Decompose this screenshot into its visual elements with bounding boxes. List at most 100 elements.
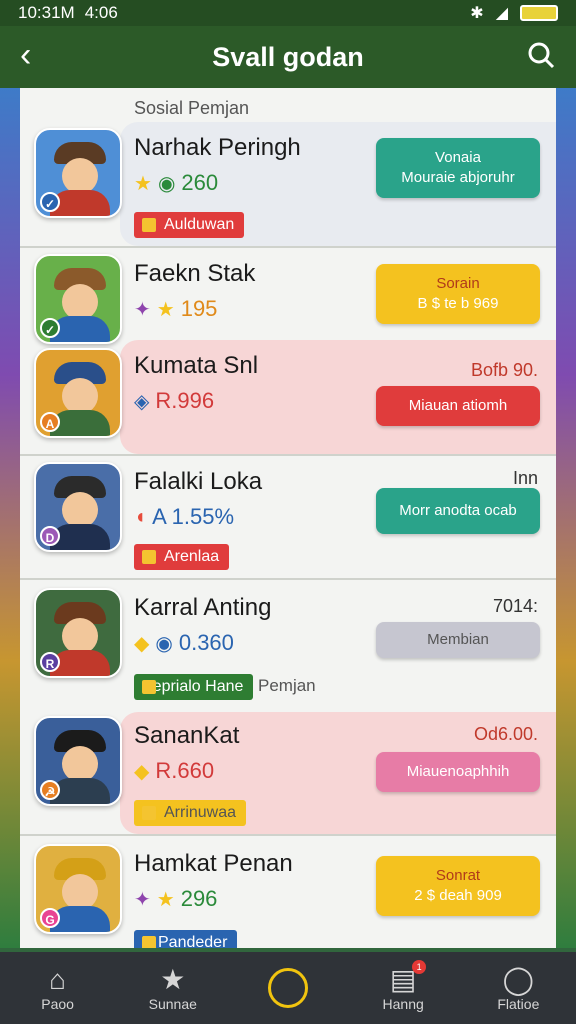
row-corner-value: Bofb 90. <box>470 360 538 380</box>
button-line-2: Mouraie abjoruhr <box>401 169 515 186</box>
avatar: ✓ <box>34 128 122 218</box>
app-bar: ‹ Svall godan <box>0 26 576 88</box>
bottom-nav: ⌂ Paoo ★ Sunnae ▤ 1 Hanng ◯ Flatioe <box>0 952 576 1024</box>
button-line-1: Vonaia <box>435 149 481 166</box>
button-line-1: Morr anodta ocab <box>399 502 517 519</box>
level-badge-icon: ☭ <box>40 780 60 800</box>
chevron-left-icon[interactable]: ‹ <box>20 38 31 72</box>
status-left: 10:31M 4:06 <box>18 3 118 23</box>
tag-label: Seprialo Hane <box>142 678 244 695</box>
player-name: Faekn Stak <box>134 260 256 287</box>
section-label: Sosial Pemjan <box>134 98 250 118</box>
face-shape <box>62 618 98 654</box>
battery-icon <box>520 5 558 21</box>
button-line-1: Sorain <box>436 275 480 292</box>
player-tag: Aulduwan <box>134 212 245 238</box>
gem-icon: ◆ <box>134 632 150 655</box>
stat-value: A 1.55% <box>152 504 235 529</box>
nav-profile[interactable]: ◯ Flatioe <box>473 964 563 1012</box>
button-line-1: Sonrat <box>435 867 481 884</box>
list-item[interactable]: ☭ SananKat ◆ R.660 Arrinuwaa Od6.00. Mia… <box>20 708 556 836</box>
list-item[interactable]: A Kumata Snl ◈ R.996 Bofb 90. Miauan ati… <box>20 340 556 456</box>
player-tag: Arenlaa <box>134 544 230 570</box>
action-button[interactable]: Miauenoaphhih <box>376 752 540 792</box>
player-stat: ◆ ◉ 0.360 <box>134 630 234 656</box>
stat-value: 260 <box>181 170 219 195</box>
action-button[interactable]: Vonaia Mouraie abjoruhr <box>376 138 540 198</box>
button-line-2: 2 $ deah 909 <box>414 887 502 904</box>
face-shape <box>62 746 98 782</box>
face-shape <box>62 492 98 528</box>
list-item[interactable]: ✓ Narhak Peringh ★ ◉ 260 Aulduwan Vonaia… <box>20 122 556 248</box>
rainbow-icon: ◖ <box>134 505 147 528</box>
nav-favorites[interactable]: ★ Sunnae <box>128 964 218 1012</box>
tag-suffix: Pemjan <box>258 676 316 695</box>
shuffle-icon: ✦ <box>134 298 151 321</box>
home-icon: ⌂ <box>49 964 67 995</box>
nav-label: Paoo <box>41 996 74 1012</box>
player-stat: ★ ◉ 260 <box>134 170 218 196</box>
player-name: Hamkat Penan <box>134 850 293 877</box>
background-decoration-left <box>0 88 22 948</box>
profile-icon: ◯ <box>502 964 535 995</box>
button-line-1: Miauenoaphhih <box>406 763 510 780</box>
avatar: ✓ <box>34 254 122 344</box>
stat-value: R.996 <box>155 388 215 413</box>
list-item[interactable]: R Karral Anting ◆ ◉ 0.360 Seprialo Hane … <box>20 580 556 708</box>
gem-icon: ◈ <box>134 390 150 413</box>
player-name: Narhak Peringh <box>134 134 301 161</box>
star-icon: ★ <box>160 964 186 995</box>
chat-bubble-icon <box>267 968 308 1008</box>
list-item[interactable]: D Falalki Loka ◖ A 1.55% Arenlaa Inn Mor… <box>20 456 556 580</box>
background-decoration-right <box>554 88 576 948</box>
face-shape <box>62 158 98 194</box>
gem-icon: ◆ <box>134 760 150 783</box>
list-panel: Sosial Pemjan ✓ Narhak Peringh ★ ◉ 260 A… <box>20 88 556 948</box>
signal-icon: ◢ <box>495 5 508 22</box>
player-tag: Arrinuwaa <box>134 800 247 826</box>
shuffle-icon: ✦ <box>134 888 151 911</box>
nav-label: Hanng <box>382 996 424 1012</box>
face-shape <box>62 874 98 910</box>
action-button[interactable]: Miauan atiomh <box>376 386 540 426</box>
row-corner-value: Inn <box>512 468 538 488</box>
nav-news[interactable]: ▤ 1 Hanng <box>358 960 448 1012</box>
player-stat: ◖ A 1.55% <box>134 504 234 530</box>
action-button[interactable]: Membian <box>376 622 540 658</box>
action-button[interactable]: Sorain B $ te b 969 <box>376 264 540 324</box>
star-icon: ★ <box>134 172 152 195</box>
nav-chat[interactable] <box>243 968 333 1008</box>
list-item[interactable]: ✓ Faekn Stak ✦ ★ 195 Sorain B $ te b 969 <box>20 248 556 344</box>
status-right: ✱ ◢ <box>470 3 558 23</box>
action-button[interactable]: Sonrat 2 $ deah 909 <box>376 856 540 916</box>
player-name: Karral Anting <box>134 594 272 621</box>
avatar: A <box>34 348 122 438</box>
player-name: Falalki Loka <box>134 468 263 495</box>
action-button[interactable]: Morr anodta ocab <box>376 488 540 534</box>
button-line-2: B $ te b 969 <box>417 295 499 312</box>
player-name: Kumata Snl <box>134 352 259 379</box>
face-shape <box>62 378 98 414</box>
nav-label: Sunnae <box>148 996 197 1012</box>
level-badge-icon: D <box>40 526 60 546</box>
level-badge-icon: R <box>40 652 60 672</box>
search-icon[interactable] <box>526 40 556 70</box>
status-bar: 10:31M 4:06 ✱ ◢ <box>0 0 576 26</box>
row-corner-value: Od6.00. <box>473 724 538 744</box>
avatar: ☭ <box>34 716 122 806</box>
stat-value: R.660 <box>155 758 215 783</box>
status-time-secondary: 4:06 <box>84 3 118 22</box>
nav-home[interactable]: ⌂ Paoo <box>13 964 103 1012</box>
player-stat: ✦ ★ 195 <box>134 296 217 322</box>
nav-label: Flatioe <box>497 996 540 1012</box>
list-item[interactable]: G Hamkat Penan ✦ ★ 296 N Pandeder Sonrat… <box>20 836 556 948</box>
player-stat: ✦ ★ 296 <box>134 886 217 912</box>
news-icon: ▤ <box>389 964 417 995</box>
stat-value: 195 <box>180 296 218 321</box>
player-stat: ◆ R.660 <box>134 758 214 784</box>
player-tag: Seprialo Hane <box>134 674 254 700</box>
stat-value: 0.360 <box>178 630 234 655</box>
avatar: G <box>34 844 122 934</box>
level-badge-icon: G <box>40 908 60 928</box>
level-badge-icon: ✓ <box>40 192 60 212</box>
